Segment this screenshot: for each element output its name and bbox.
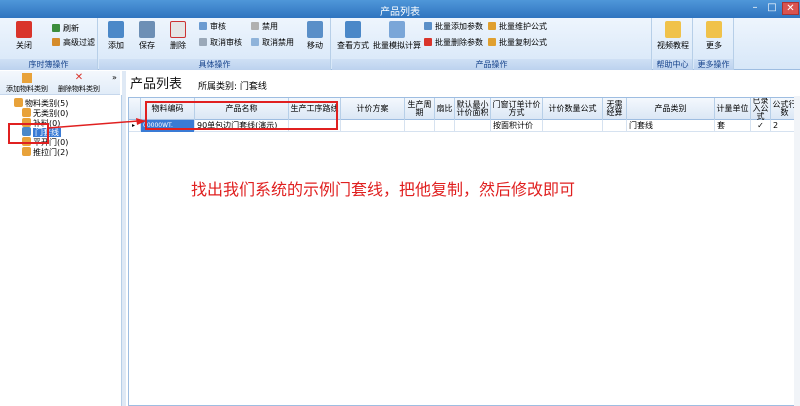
calculator-icon xyxy=(389,21,405,38)
cell-cycle[interactable] xyxy=(405,120,435,132)
delete-category-button[interactable]: ✕ 删除物料类别 xyxy=(58,73,100,94)
product-grid: 物料编码 产品名称 生产工序路线 计价方案 生产周期 扇比 默认最小计价面积 门… xyxy=(128,97,800,406)
batch-add-param-button[interactable]: 批量添加参数 xyxy=(424,21,483,32)
delete-icon xyxy=(170,21,186,38)
col-header-unit[interactable]: 计量单位 xyxy=(715,98,751,120)
audit-button[interactable]: 审核 xyxy=(199,21,226,32)
refresh-icon xyxy=(52,24,60,32)
ribbon-group-product-ops: 查看方式 批量模拟计算 批量添加参数 批量删除参数 批量维护公式 批量复制公式 … xyxy=(332,18,652,70)
delete-button[interactable]: 删除 xyxy=(166,21,190,51)
view-method-button[interactable]: 查看方式 xyxy=(336,21,370,51)
annotation-arrow xyxy=(47,118,146,129)
unaudit-button[interactable]: 取消审核 xyxy=(199,37,242,48)
batch-copy-formula-button[interactable]: 批量复制公式 xyxy=(488,37,547,48)
ribbon-group-help: 视频教程 帮助中心 xyxy=(653,18,693,70)
delete-icon: ✕ xyxy=(74,72,84,83)
col-header-noneed[interactable]: 无需经算 xyxy=(603,98,627,120)
col-header-entered[interactable]: 已录入公式 xyxy=(751,98,771,120)
folder-icon xyxy=(706,21,722,38)
add-button[interactable]: 添加 xyxy=(104,21,128,51)
video-icon xyxy=(665,21,681,38)
batch-delete-param-button[interactable]: 批量删除参数 xyxy=(424,37,483,48)
category-icon xyxy=(22,108,31,117)
title-bar: 产品列表 – □ ✕ xyxy=(0,0,800,18)
ribbon: 关闭 刷新 高级过滤 序时簿操作 添加 保存 删除 审核 取消审核 禁用 取消禁… xyxy=(0,18,800,70)
maximize-button[interactable]: □ xyxy=(764,2,780,15)
folder-icon xyxy=(14,98,23,107)
col-header-method[interactable]: 门窗订单计价方式 xyxy=(491,98,543,120)
category-toolbar: 添加物料类别 ✕ 删除物料类别 » xyxy=(0,71,120,95)
view-icon xyxy=(345,21,361,38)
cell-ratio[interactable] xyxy=(435,120,455,132)
refresh-button[interactable]: 刷新 xyxy=(52,23,79,34)
minimize-button[interactable]: – xyxy=(747,2,763,15)
highlight-box-row xyxy=(145,101,338,130)
copy-formula-icon xyxy=(488,38,496,46)
add-category-icon xyxy=(22,73,32,83)
close-window-button[interactable]: ✕ xyxy=(782,2,799,15)
group-label: 更多操作 xyxy=(694,59,733,70)
disable-icon xyxy=(251,22,259,30)
cell-unit[interactable]: 套 xyxy=(715,120,751,132)
category-label: 所属类别: 门套线 xyxy=(198,82,267,92)
close-button[interactable]: 关闭 xyxy=(12,21,36,51)
cell-noneed[interactable] xyxy=(603,120,627,132)
cell-qtyformula[interactable] xyxy=(543,120,603,132)
close-icon xyxy=(16,21,32,38)
add-param-icon xyxy=(424,22,432,30)
save-button[interactable]: 保存 xyxy=(135,21,159,51)
row-indicator-header xyxy=(129,98,141,120)
save-icon xyxy=(139,21,155,38)
vertical-scrollbar[interactable] xyxy=(794,96,800,406)
video-tutorial-button[interactable]: 视频教程 xyxy=(655,21,691,51)
undisable-button[interactable]: 取消禁用 xyxy=(251,37,294,48)
add-icon xyxy=(108,21,124,38)
window-title: 产品列表 xyxy=(380,7,420,18)
cell-minarea[interactable] xyxy=(455,120,491,132)
cell-entered[interactable]: ✓ xyxy=(751,120,771,132)
group-label: 具体操作 xyxy=(99,59,330,70)
toolbar-chevron[interactable]: » xyxy=(112,73,117,82)
col-header-cycle[interactable]: 生产周期 xyxy=(405,98,435,120)
col-header-minarea[interactable]: 默认最小计价面积 xyxy=(455,98,491,120)
add-category-button[interactable]: 添加物料类别 xyxy=(6,73,48,94)
tree-item-sliding-door[interactable]: 推拉门(2) xyxy=(22,147,68,158)
category-icon xyxy=(22,147,31,156)
move-button[interactable]: 移动 xyxy=(303,21,327,51)
ribbon-group-more: 更多 更多操作 xyxy=(694,18,734,70)
col-header-pricing[interactable]: 计价方案 xyxy=(341,98,405,120)
batch-simulate-button[interactable]: 批量模拟计算 xyxy=(372,21,422,51)
col-header-qtyformula[interactable]: 计价数量公式 xyxy=(543,98,603,120)
ribbon-group-list-ops: 关闭 刷新 高级过滤 序时簿操作 xyxy=(0,18,98,70)
highlight-box-tree xyxy=(8,123,49,144)
group-label: 序时簿操作 xyxy=(0,59,97,70)
move-icon xyxy=(307,21,323,38)
undisable-icon xyxy=(251,38,259,46)
col-header-ratio[interactable]: 扇比 xyxy=(435,98,455,120)
formula-icon xyxy=(488,22,496,30)
more-button[interactable]: 更多 xyxy=(700,21,728,51)
cell-category[interactable]: 门套线 xyxy=(627,120,715,132)
cell-pricing[interactable] xyxy=(341,120,405,132)
advanced-filter-button[interactable]: 高级过滤 xyxy=(52,37,95,48)
page-title: 产品列表 xyxy=(130,77,183,92)
unaudit-icon xyxy=(199,38,207,46)
cell-method[interactable]: 按面积计价 xyxy=(491,120,543,132)
ribbon-group-specific-ops: 添加 保存 删除 审核 取消审核 禁用 取消禁用 移动 具体操作 xyxy=(99,18,331,70)
filter-icon xyxy=(52,38,60,46)
annotation-text: 找出我们系统的示例门套线，把他复制，然后修改即可 xyxy=(191,180,576,199)
col-header-category[interactable]: 产品类别 xyxy=(627,98,715,120)
group-label: 产品操作 xyxy=(332,59,651,70)
batch-maintain-formula-button[interactable]: 批量维护公式 xyxy=(488,21,547,32)
group-label: 帮助中心 xyxy=(653,59,692,70)
delete-param-icon xyxy=(424,38,432,46)
disable-button[interactable]: 禁用 xyxy=(251,21,278,32)
audit-icon xyxy=(199,22,207,30)
